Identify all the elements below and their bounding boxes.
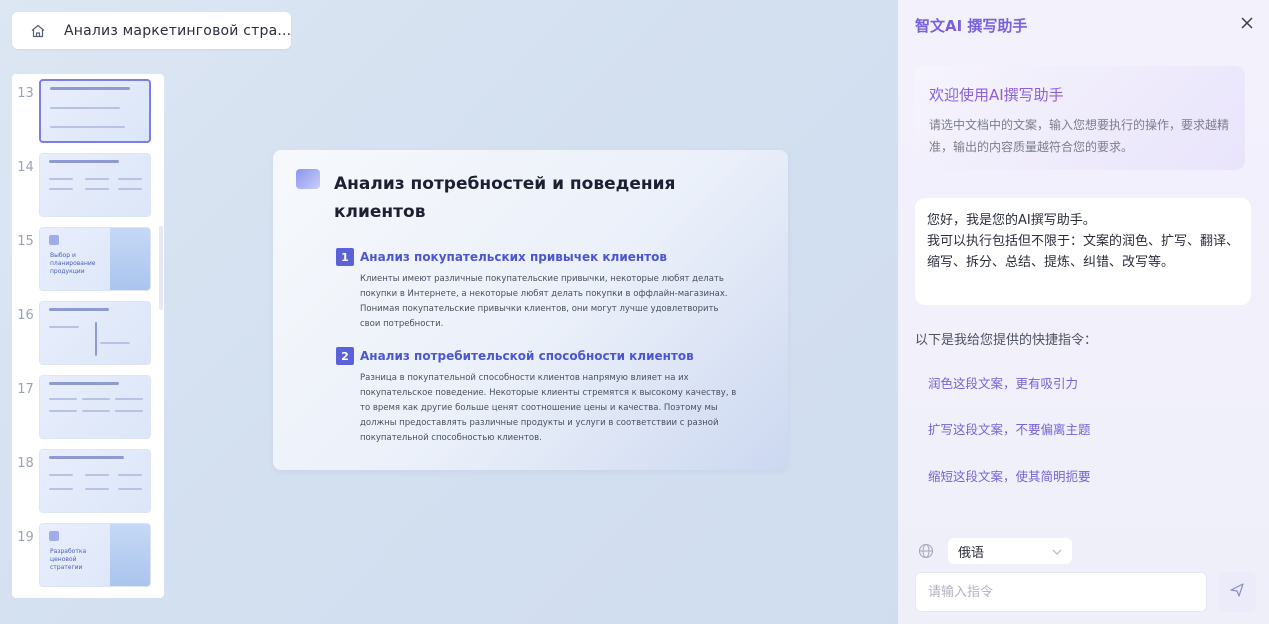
thumbnail-label: Разработка ценовой стратегии [50,548,87,571]
thumbnail-number: 15 [17,234,34,249]
thumbnail-preview[interactable] [39,153,151,217]
thumbnail-item[interactable]: 17 [12,372,164,440]
assistant-message: 您好，我是您的AI撰写助手。 我可以执行包括但不限于：文案的润色、扩写、翻译、缩… [915,198,1251,305]
language-value: 俄语 [958,545,985,561]
shortcut-polish[interactable]: 润色这段文案，更有吸引力 [915,365,1091,399]
thumbnail-item[interactable]: 14 [12,150,164,218]
shortcut-shorten[interactable]: 缩短这段文案，使其简明扼要 [915,458,1104,492]
thumbnail-preview[interactable] [39,375,151,439]
thumbnail-preview[interactable] [39,301,151,365]
capabilities-text: 我可以执行包括但不限于：文案的润色、扩写、翻译、缩写、拆分、总结、提炼、纠错、改… [927,234,1240,270]
slide-section[interactable]: 2 Анализ потребительской способности кли… [336,347,736,446]
section-number-badge: 2 [336,347,354,365]
workspace: Анализ маркетинговой стра... 13 14 15 Вы… [0,0,898,624]
thumbnail-preview[interactable] [39,79,151,143]
thumbnail-preview[interactable] [39,449,151,513]
thumbnail-item[interactable]: 15 Выбор и планирование продукции [12,224,164,292]
shortcut-expand[interactable]: 扩写这段文案，不要偏离主题 [915,411,1104,445]
slide-logo-icon [296,169,320,189]
section-number-badge: 1 [336,248,354,266]
welcome-card: 欢迎使用AI撰写助手 请选中文档中的文案，输入您想要执行的操作，要求越精准，输出… [915,66,1245,170]
slide-title[interactable]: Анализ потребностей и поведения клиентов [334,170,714,226]
thumbnail-number: 18 [17,456,34,471]
section-body: Разница в покупательной способности клие… [360,373,737,443]
thumbnail-number: 16 [17,308,34,323]
instruction-input[interactable] [915,572,1207,612]
ai-assistant-panel: 智文AI 撰写助手 欢迎使用AI撰写助手 请选中文档中的文案，输入您想要执行的操… [898,0,1269,624]
thumbnail-scrollbar[interactable] [159,226,163,310]
welcome-title: 欢迎使用AI撰写助手 [929,86,1064,104]
globe-icon [918,543,934,559]
slide-thumbnails-panel[interactable]: 13 14 15 Выбор и планирование продукции … [12,74,164,598]
welcome-description: 请选中文档中的文案，输入您想要执行的操作，要求越精准，输出的内容质量越符合您的要… [929,118,1230,154]
thumbnail-preview[interactable]: Разработка ценовой стратегии [39,523,151,587]
slide-section[interactable]: 1 Анализ покупательских привычек клиенто… [336,248,736,332]
assistant-title: 智文AI 撰写助手 [915,17,1028,35]
language-row: 俄语 [918,538,1072,564]
close-icon[interactable] [1240,15,1254,29]
document-title: Анализ маркетинговой стра... [64,22,292,39]
greeting-line: 您好，我是您的AI撰写助手。 [927,213,1096,228]
section-title: Анализ покупательских привычек клиентов [360,250,667,264]
send-icon [1229,582,1245,602]
thumbnail-item[interactable]: 13 [12,76,164,144]
chevron-down-icon [1052,544,1062,559]
thumbnail-label: Выбор и планирование продукции [50,252,96,275]
thumbnail-item[interactable]: 16 [12,298,164,366]
slide-canvas[interactable]: Анализ потребностей и поведения клиентов… [273,150,788,470]
thumbnail-item[interactable]: 18 [12,446,164,514]
thumbnail-number: 17 [17,382,34,397]
shortcuts-label: 以下是我给您提供的快捷指令： [915,333,1098,348]
thumbnail-item[interactable]: 19 Разработка ценовой стратегии [12,520,164,588]
thumbnail-number: 19 [17,530,34,545]
thumbnail-number: 14 [17,160,34,175]
thumbnail-preview[interactable]: Выбор и планирование продукции [39,227,151,291]
section-body: Клиенты имеют различные покупательские п… [360,274,728,329]
send-button[interactable] [1218,572,1256,612]
document-title-bar[interactable]: Анализ маркетинговой стра... [12,12,291,49]
language-select[interactable]: 俄语 [948,538,1072,564]
thumbnail-number: 13 [17,86,34,101]
home-icon[interactable] [30,23,46,39]
section-title: Анализ потребительской способности клиен… [360,349,694,363]
